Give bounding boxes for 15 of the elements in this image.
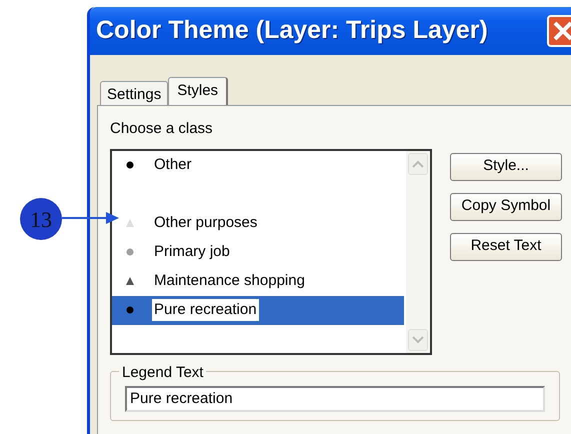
push-button[interactable]: Style... (450, 152, 562, 180)
window-title: Color Theme (Layer: Trips Layer) (96, 15, 488, 46)
list-item[interactable]: Other (112, 150, 404, 180)
tab[interactable]: Styles (168, 77, 228, 105)
push-button[interactable]: Reset Text (450, 232, 562, 260)
list-item[interactable]: Other purposes (112, 208, 404, 238)
list-item[interactable]: Maintenance shopping (112, 266, 404, 296)
list-label: Choose a class (110, 119, 213, 139)
push-button[interactable]: Copy Symbol (450, 192, 562, 220)
class-listbox[interactable]: Other Other purposes Primary job Maintenance shopping Pure recreation (110, 148, 432, 354)
list-item[interactable]: Pure recreation (112, 296, 404, 324)
list-item[interactable]: Primary job (112, 238, 404, 266)
legend-text-field[interactable]: Pure recreation (125, 386, 545, 412)
callout-number: 13 (20, 198, 62, 240)
tab[interactable]: Settings (100, 81, 168, 105)
